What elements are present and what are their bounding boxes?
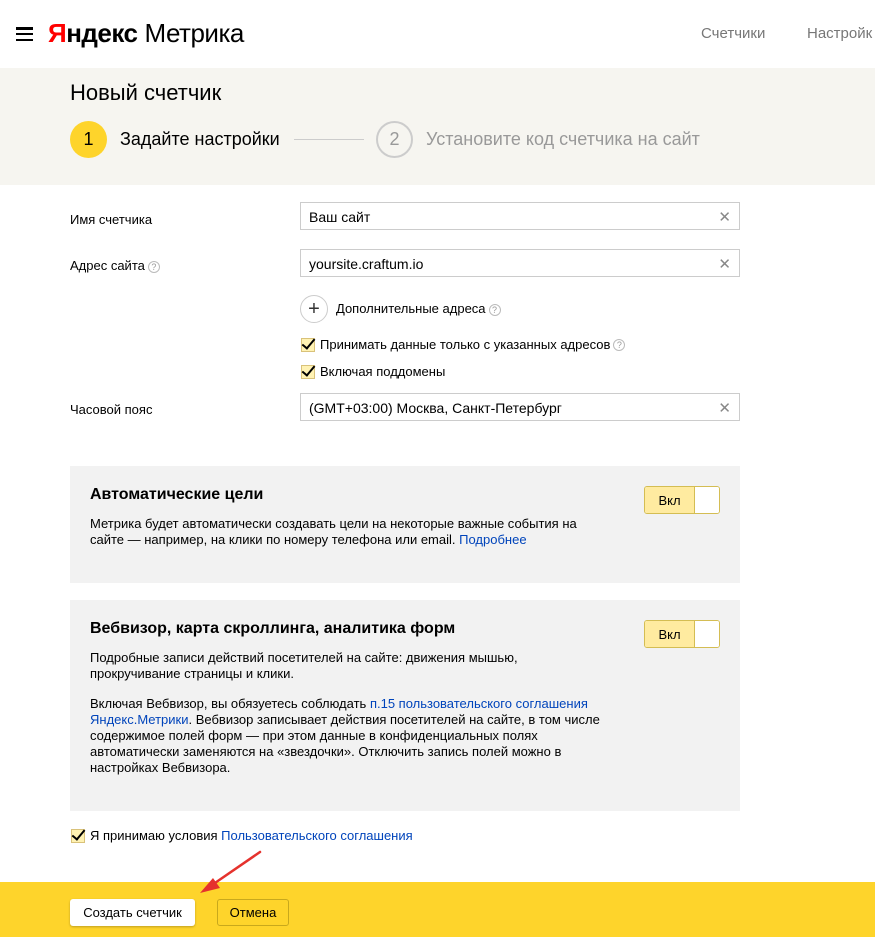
toggle-knob [694,487,719,513]
step-2-number: 2 [376,121,413,158]
clear-address-icon[interactable]: ✕ [718,255,731,273]
webvisor-panel: Вебвизор, карта скроллинга, аналитика фо… [70,600,740,811]
help-icon[interactable]: ? [488,303,501,316]
webvisor-toggle-label: Вкл [645,621,694,647]
site-address-label-row: Адрес сайта? [70,258,160,273]
auto-goals-toggle-label: Вкл [645,487,694,513]
hamburger-menu-icon[interactable] [16,27,33,41]
counter-name-label: Имя счетчика [70,212,153,227]
toggle-knob [694,621,719,647]
include-subdomains-label: Включая поддомены [320,364,446,379]
step-2-label: Установите код счетчика на сайт [426,129,700,149]
include-subdomains-row[interactable]: Включая поддомены [301,364,445,379]
auto-goals-title: Автоматические цели [90,486,264,503]
yandex-metrika-logo[interactable]: Яндекс Метрика [48,18,244,49]
footer-bar: Создать счетчик Отмена [0,882,875,937]
nav-settings-link[interactable]: Настройк [807,25,872,42]
page-title: Новый счетчик [70,80,222,105]
site-address-value: yoursite.craftum.io [309,256,424,272]
add-address-plus-icon[interactable]: + [300,295,328,323]
logo-ya: Я [48,18,67,48]
auto-goals-more-link[interactable]: Подробнее [459,532,526,547]
step-divider [294,139,364,140]
timezone-label: Часовой пояс [70,402,153,417]
site-address-input[interactable]: yoursite.craftum.io ✕ [300,249,740,277]
clear-timezone-icon[interactable]: ✕ [718,399,731,417]
page-head: Новый счетчик 1 Задайте настройки 2 Уста… [0,68,875,185]
nav-counters-link[interactable]: Счетчики [701,25,765,42]
create-counter-button[interactable]: Создать счетчик [70,899,195,926]
accept-only-specified-label: Принимать данные только с указанных адре… [320,337,611,352]
auto-goals-toggle[interactable]: Вкл [644,486,720,514]
counter-name-input[interactable]: Ваш сайт ✕ [300,202,740,230]
webvisor-terms-text: Включая Вебвизор, вы обязуетесь соблюдат… [90,696,367,711]
agreement-row[interactable]: Я принимаю условия Пользовательского сог… [71,828,413,843]
additional-addresses-label: Дополнительные адреса [336,301,486,316]
include-subdomains-checkbox[interactable] [301,364,315,379]
logo-metrika: Метрика [144,18,245,48]
timezone-select[interactable]: (GMT+03:00) Москва, Санкт-Петербург ✕ [300,393,740,421]
webvisor-description: Подробные записи действий посетителей на… [90,650,518,681]
logo-yandex: ндекс [66,18,138,48]
step-1-label: Задайте настройки [120,129,280,149]
site-address-label: Адрес сайта [70,258,145,273]
auto-goals-description: Метрика будет автоматически создавать це… [90,516,610,548]
auto-goals-panel: Автоматические цели Метрика будет автома… [70,466,740,583]
accept-only-specified-row[interactable]: Принимать данные только с указанных адре… [301,337,626,352]
additional-addresses-row[interactable]: Дополнительные адреса? [336,301,501,316]
top-header: Яндекс Метрика Счетчики Настройк [0,0,875,68]
annotation-arrow-icon [200,850,262,893]
timezone-value: (GMT+03:00) Москва, Санкт-Петербург [309,400,562,416]
user-agreement-link[interactable]: Пользовательского соглашения [221,828,413,843]
clear-name-icon[interactable]: ✕ [718,208,731,226]
agreement-checkbox[interactable] [71,828,85,843]
step-1-number: 1 [70,121,107,158]
webvisor-terms: Включая Вебвизор, вы обязуетесь соблюдат… [90,696,620,776]
counter-name-value: Ваш сайт [309,209,371,225]
help-icon[interactable]: ? [147,260,160,273]
help-icon[interactable]: ? [613,338,626,351]
accept-only-specified-checkbox[interactable] [301,337,315,352]
webvisor-title: Вебвизор, карта скроллинга, аналитика фо… [90,620,456,637]
agreement-text: Я принимаю условия [90,828,218,843]
webvisor-toggle[interactable]: Вкл [644,620,720,648]
